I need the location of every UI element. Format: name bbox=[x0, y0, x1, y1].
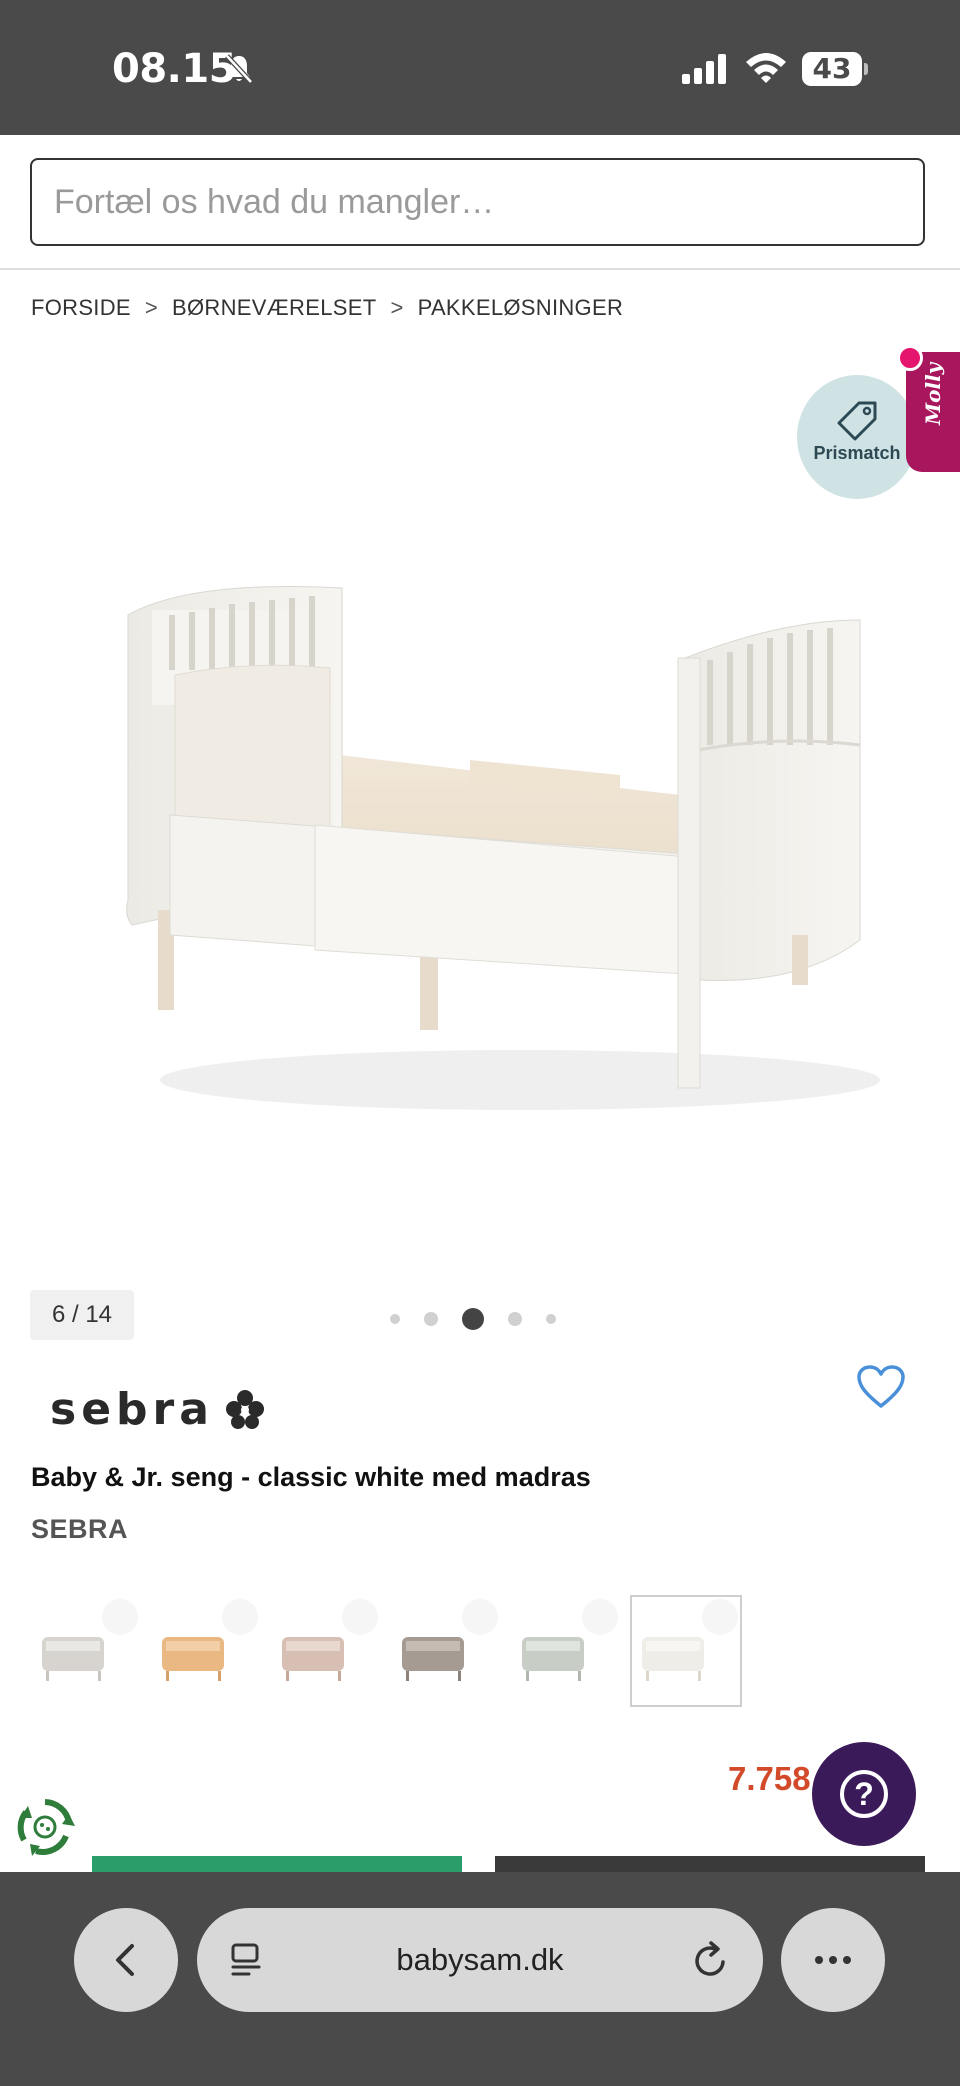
header-divider bbox=[0, 268, 960, 270]
product-brand[interactable]: SEBRA bbox=[31, 1514, 128, 1545]
breadcrumb-item-forside[interactable]: FORSIDE bbox=[31, 295, 131, 321]
breadcrumb-separator: > bbox=[390, 295, 404, 320]
search-input[interactable] bbox=[32, 160, 923, 244]
carousel-dot[interactable] bbox=[546, 1314, 556, 1324]
search-box[interactable] bbox=[30, 158, 925, 246]
question-mark-icon: ? bbox=[840, 1770, 888, 1818]
carousel-dot-active[interactable] bbox=[462, 1308, 484, 1330]
variant-selector bbox=[30, 1595, 742, 1707]
sustainability-icon[interactable] bbox=[14, 1796, 76, 1858]
variant-thumbnail[interactable] bbox=[510, 1595, 622, 1707]
product-title: Baby & Jr. seng - classic white med madr… bbox=[31, 1462, 591, 1492]
battery-level: 43 bbox=[802, 52, 862, 86]
product-price: 7.758 bbox=[728, 1760, 811, 1797]
carousel-dot[interactable] bbox=[424, 1312, 438, 1326]
address-bar[interactable]: babysam.dk bbox=[197, 1908, 763, 2012]
favorite-heart-icon[interactable] bbox=[856, 1364, 906, 1410]
reload-icon[interactable] bbox=[691, 1940, 731, 1980]
variant-thumbnail[interactable] bbox=[30, 1595, 142, 1707]
breadcrumb: FORSIDE > BØRNEVÆRELSET > PAKKELØSNINGER bbox=[31, 295, 623, 321]
url-text[interactable]: babysam.dk bbox=[197, 1908, 763, 2012]
price-tag-icon bbox=[837, 401, 877, 441]
breadcrumb-separator: > bbox=[144, 295, 159, 320]
battery-icon: 43 bbox=[802, 52, 868, 86]
sebra-logo-icon bbox=[225, 1390, 264, 1429]
variant-thumbnail[interactable] bbox=[150, 1595, 262, 1707]
notification-dot bbox=[897, 345, 923, 371]
molly-label: Molly bbox=[921, 362, 945, 425]
ellipsis-icon bbox=[815, 1956, 851, 1964]
variant-thumbnail[interactable] bbox=[270, 1595, 382, 1707]
help-button[interactable]: ? bbox=[812, 1742, 916, 1846]
more-options-button[interactable] bbox=[781, 1908, 885, 2012]
prismatch-label: Prismatch bbox=[813, 443, 901, 463]
variant-thumbnail[interactable] bbox=[390, 1595, 502, 1707]
brand-logo-text: sebra bbox=[50, 1383, 214, 1435]
variant-thumbnail-selected[interactable] bbox=[630, 1595, 742, 1707]
carousel-dot[interactable] bbox=[390, 1314, 400, 1324]
prismatch-badge[interactable]: Prismatch bbox=[797, 375, 917, 499]
carousel-dot[interactable] bbox=[508, 1312, 522, 1326]
chevron-left-icon bbox=[116, 1944, 134, 1976]
gallery-counter: 6 / 14 bbox=[30, 1290, 134, 1340]
carousel-dots bbox=[390, 1308, 556, 1330]
brand-logo[interactable]: sebra bbox=[50, 1382, 268, 1436]
product-image[interactable] bbox=[80, 540, 900, 1140]
breadcrumb-item-pakkeloesninger[interactable]: PAKKELØSNINGER bbox=[418, 295, 624, 321]
signal-icon bbox=[682, 54, 726, 84]
status-bar: 08.15 43 bbox=[0, 0, 960, 135]
back-button[interactable] bbox=[74, 1908, 178, 2012]
bell-slash-icon bbox=[225, 54, 253, 84]
status-time: 08.15 bbox=[112, 46, 237, 92]
wifi-icon bbox=[746, 53, 786, 83]
breadcrumb-item-boernevaerelset[interactable]: BØRNEVÆRELSET bbox=[172, 295, 376, 321]
